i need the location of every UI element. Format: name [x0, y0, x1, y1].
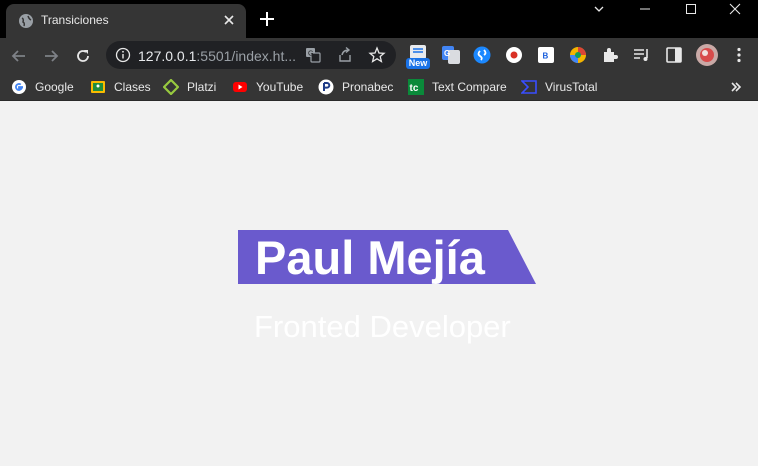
svg-text:G: G [444, 49, 450, 58]
classroom-icon [91, 81, 105, 93]
svg-text:G: G [308, 51, 313, 58]
chevron-double-right-icon[interactable] [729, 80, 743, 94]
window-title-bar: Transiciones [0, 0, 758, 38]
record-icon[interactable] [504, 45, 524, 65]
page-content: Paul Mejía Fronted Developer [0, 101, 758, 466]
colorzilla-icon[interactable] [568, 45, 588, 65]
media-control-icon[interactable] [632, 45, 652, 65]
url-text[interactable]: 127.0.0.1:5501/index.ht... [138, 48, 296, 64]
bitwarden-icon[interactable]: B [536, 45, 556, 65]
bookmark-virustotal[interactable]: VirusTotal [521, 78, 597, 96]
bookmark-label: Text Compare [432, 80, 507, 94]
bookmark-label: Clases [114, 80, 151, 94]
new-badge: New [406, 58, 430, 69]
chevron-down-icon [594, 6, 604, 12]
close-icon [729, 3, 741, 15]
browser-toolbar: 127.0.0.1:5501/index.ht... G G B [0, 38, 758, 73]
minimize-button[interactable] [622, 0, 668, 20]
bookmarks-bar: Google Clases Platzi YouTube Pronabec tc [0, 73, 758, 101]
close-window-button[interactable] [712, 0, 758, 20]
translate-icon[interactable]: G [304, 46, 322, 64]
bookmark-label: YouTube [256, 80, 304, 94]
youtube-icon [233, 82, 247, 92]
bookmark-label: Platzi [187, 80, 217, 94]
tab-transiciones[interactable]: Transiciones [6, 4, 246, 38]
virustotal-icon [521, 80, 537, 94]
url-path: :5501/index.ht... [196, 48, 297, 64]
google-translate-extension-icon[interactable]: G [441, 45, 461, 65]
bookmark-clases[interactable]: Clases [90, 78, 151, 96]
new-tab-icon[interactable] [257, 9, 277, 29]
puzzle-icon[interactable] [600, 45, 620, 65]
bookmark-label: VirusTotal [545, 80, 598, 94]
globe-icon [19, 14, 33, 28]
page-subtitle: Fronted Developer [254, 309, 511, 344]
close-tab-icon[interactable] [220, 11, 238, 29]
avatar[interactable] [695, 43, 719, 67]
svg-text:tc: tc [410, 83, 419, 94]
info-icon[interactable] [115, 47, 131, 63]
name-banner: Paul Mejía [238, 230, 536, 284]
arrow-left-icon [11, 50, 25, 62]
bookmark-label: Google [35, 80, 74, 94]
svg-text:B: B [543, 52, 549, 61]
reload-icon [77, 50, 89, 62]
forward-button[interactable] [38, 43, 64, 69]
tab-title: Transiciones [41, 13, 109, 27]
bookmark-google[interactable]: Google [11, 78, 74, 96]
side-panel-icon[interactable] [664, 45, 684, 65]
bookmark-youtube[interactable]: YouTube [232, 78, 303, 96]
maximize-icon [686, 4, 696, 14]
bookmark-pronabec[interactable]: Pronabec [318, 78, 393, 96]
tab-search-button[interactable] [576, 0, 622, 20]
arrow-right-icon [45, 50, 59, 62]
pronabec-icon [318, 79, 334, 95]
share-icon[interactable] [336, 46, 354, 64]
star-icon[interactable] [368, 46, 386, 64]
minimize-icon [640, 8, 650, 10]
text-compare-icon: tc [408, 79, 424, 95]
back-button[interactable] [6, 43, 32, 69]
reload-button[interactable] [70, 43, 96, 69]
maximize-button[interactable] [668, 0, 714, 20]
page-title: Paul Mejía [255, 231, 485, 284]
address-bar[interactable]: 127.0.0.1:5501/index.ht... G [106, 41, 396, 69]
kebab-menu-icon[interactable] [729, 45, 749, 65]
platzi-icon [163, 79, 179, 95]
bookmark-platzi[interactable]: Platzi [163, 78, 216, 96]
shazam-icon[interactable] [472, 45, 492, 65]
bookmark-text-compare[interactable]: tc Text Compare [408, 78, 507, 96]
url-host: 127.0.0.1 [138, 48, 197, 64]
bookmark-label: Pronabec [342, 80, 394, 94]
google-icon [12, 80, 26, 94]
